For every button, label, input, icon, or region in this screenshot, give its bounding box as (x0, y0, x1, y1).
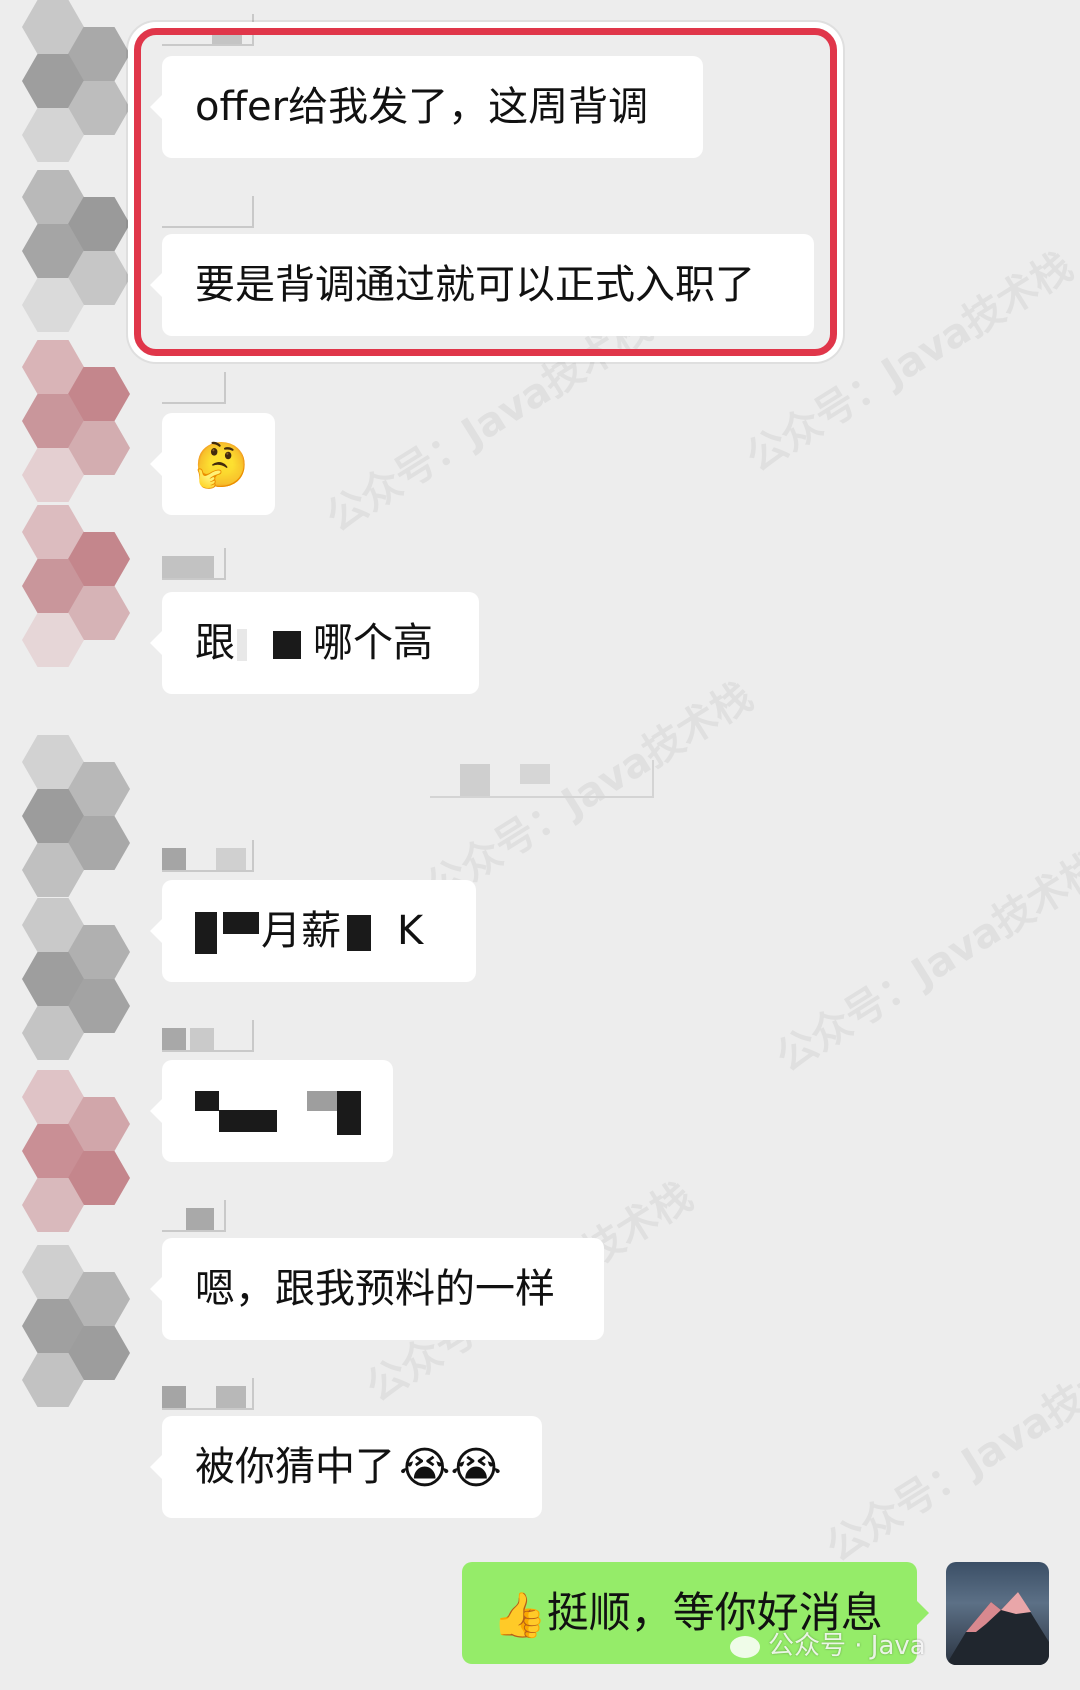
message-text: offer给我发了，这周背调 (195, 84, 649, 130)
redacted-block (307, 1091, 337, 1111)
redacted-block (219, 1110, 277, 1132)
message-bubble[interactable]: 被你猜中了😭😭 (150, 1416, 542, 1518)
sender-name-redacted (162, 1200, 226, 1232)
sender-name-redacted (162, 548, 226, 580)
sender-name-redacted (162, 14, 254, 46)
redacted-block (195, 912, 217, 954)
message-bubble[interactable] (150, 1060, 393, 1162)
timestamp-redacted (430, 760, 654, 798)
mountain-avatar-icon (946, 1592, 1049, 1665)
sender-name-redacted (162, 1020, 254, 1052)
footer-watermark-text: 公众号 · Java (768, 1631, 926, 1661)
message-text-mid: 月薪 (261, 908, 341, 954)
sender-name-redacted (162, 196, 254, 228)
wechat-icon (730, 1635, 760, 1658)
watermark: 公众号：Java技术栈 (818, 1333, 1080, 1572)
message-bubble[interactable]: 月薪 K (150, 880, 476, 982)
message-text: 要是背调通过就可以正式入职了 (195, 262, 755, 308)
redacted-block (337, 1091, 361, 1135)
message-bubble[interactable]: 嗯，跟我预料的一样 (150, 1238, 604, 1340)
redacted-block (347, 915, 371, 951)
message-text-prefix: 跟 (195, 620, 235, 666)
message-bubble[interactable]: 🤔 (150, 413, 275, 515)
watermark: 公众号：Java技术栈 (768, 843, 1080, 1082)
sender-name-redacted (162, 840, 254, 872)
message-text: 被你猜中了 (195, 1444, 395, 1490)
redacted-block (195, 1091, 219, 1111)
redacted-block (273, 631, 301, 659)
my-avatar[interactable] (946, 1562, 1049, 1665)
message-bubble[interactable]: offer给我发了，这周背调 (150, 56, 703, 158)
redacted-block (223, 912, 259, 934)
message-text: 嗯，跟我预料的一样 (195, 1266, 555, 1312)
message-bubble[interactable]: 跟 哪个高 (150, 592, 479, 694)
thumbs-up-icon: 👍 (492, 1589, 547, 1641)
message-text-suffix: K (397, 908, 424, 954)
crying-emoji-icon: 😭😭 (399, 1443, 502, 1494)
message-text-suffix: 哪个高 (313, 620, 433, 666)
sender-name-redacted (162, 372, 226, 404)
footer-watermark: 公众号 · Java (730, 1625, 926, 1662)
redacted-block (237, 629, 247, 661)
message-bubble[interactable]: 要是背调通过就可以正式入职了 (150, 234, 814, 336)
thinking-emoji-icon: 🤔 (194, 440, 249, 491)
avatar-column (0, 0, 150, 1690)
sender-name-redacted (162, 1378, 254, 1410)
